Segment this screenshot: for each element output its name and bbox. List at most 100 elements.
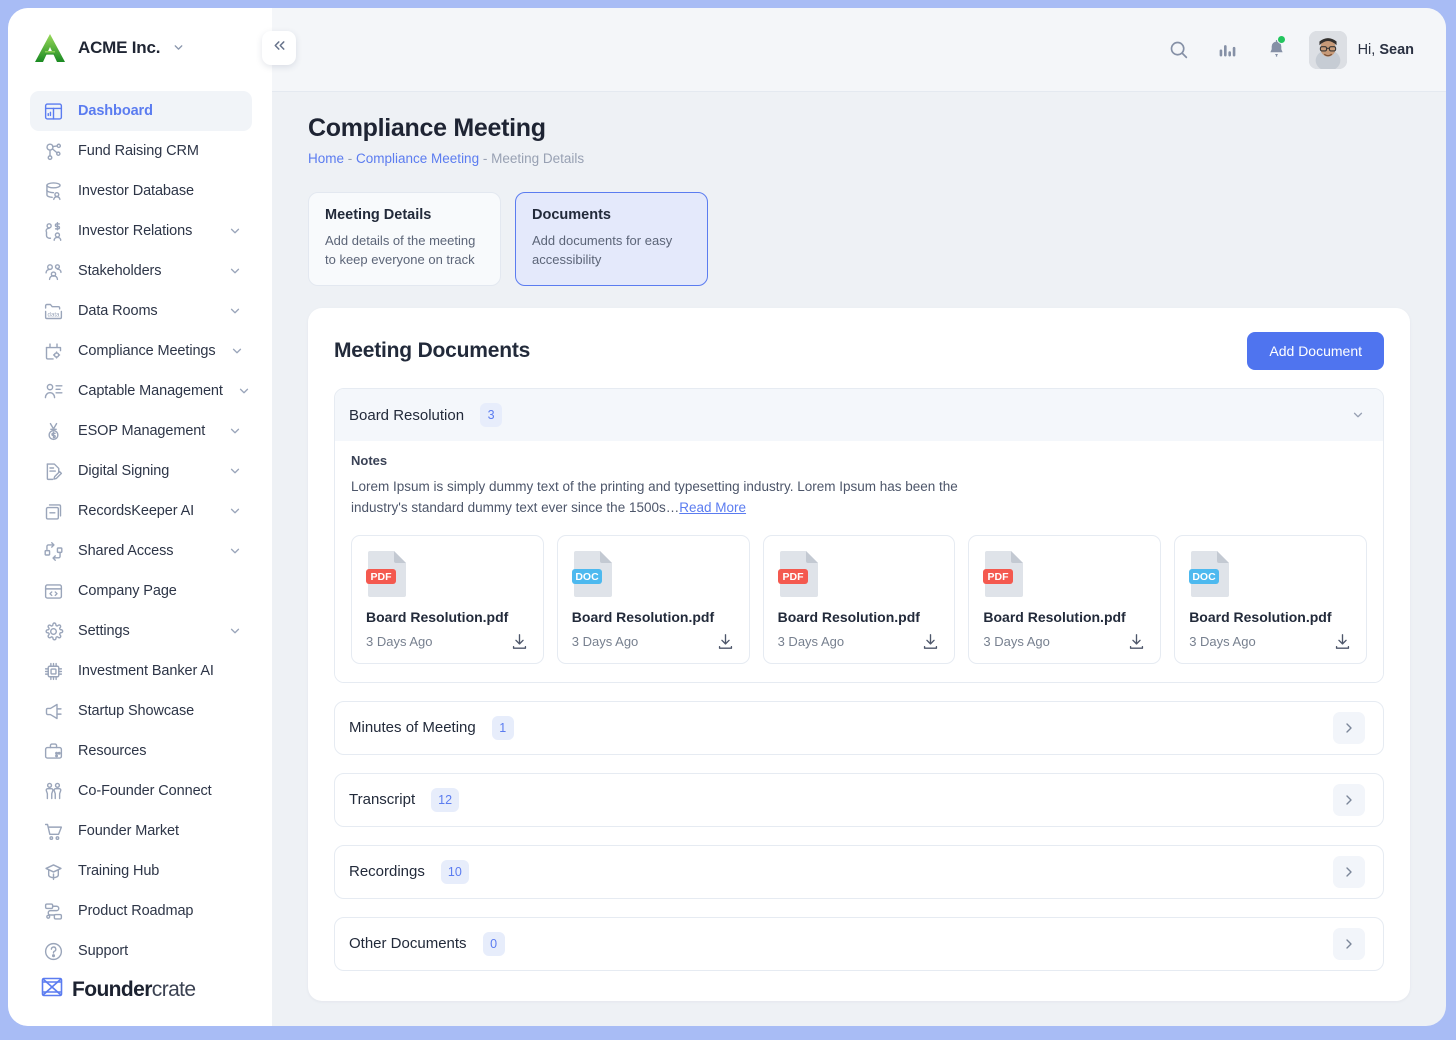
download-icon[interactable] [921, 632, 940, 651]
chevron-down-icon[interactable] [228, 264, 242, 278]
breadcrumb-sep-2: - [479, 151, 492, 166]
sidebar-item-esop-management[interactable]: ESOP Management [30, 411, 252, 451]
avatar [1308, 30, 1347, 69]
sidebar: ACME Inc. Dashboard Fund Raising CRM Inves… [8, 8, 296, 1026]
outer-frame: ACME Inc. Dashboard Fund Raising CRM Inves… [0, 0, 1456, 1040]
sidebar-item-fund-raising-crm[interactable]: Fund Raising CRM [30, 131, 252, 171]
search-icon[interactable] [1168, 39, 1189, 60]
step-description: Add details of the meeting to keep every… [325, 233, 476, 267]
sidebar-item-label: Support [78, 943, 129, 959]
accordion-header[interactable]: Board Resolution 3 [335, 389, 1383, 441]
sidebar-item-dashboard[interactable]: Dashboard [30, 91, 252, 131]
chevron-down-icon[interactable] [228, 464, 242, 478]
accordion-transcript: Transcript 12 [334, 772, 1384, 827]
accordion-header[interactable]: Recordings 10 [335, 846, 1383, 898]
sidebar-item-investor-relations[interactable]: Investor Relations [30, 211, 252, 251]
breadcrumb-sep-1: - [344, 151, 357, 166]
pdf-file-icon: PDF [366, 549, 529, 599]
accordion-header[interactable]: Transcript 12 [335, 774, 1383, 826]
chevron-down-icon[interactable] [228, 424, 242, 438]
accordion-header[interactable]: Minutes of Meeting 1 [335, 702, 1383, 754]
chevron-right-icon[interactable] [1333, 855, 1365, 888]
chevron-down-icon[interactable] [228, 304, 242, 318]
foundercrate-logo: Foundercrate [8, 971, 272, 1026]
download-icon[interactable] [510, 632, 529, 651]
sidebar-nav: Dashboard Fund Raising CRM Investor Databa… [8, 87, 272, 971]
sidebar-item-digital-signing[interactable]: Digital Signing [30, 451, 252, 491]
sidebar-collapse-button[interactable] [262, 31, 296, 65]
download-icon[interactable] [1127, 632, 1146, 651]
read-more-link[interactable]: Read More [679, 500, 746, 515]
data-folder-icon: data [42, 300, 64, 322]
file-card[interactable]: PDF Board Resolution.pdf 3 Days Ago [762, 534, 956, 664]
user-name: Sean [1379, 41, 1414, 58]
document-sections: Board Resolution 3 Notes Lorem Ipsum is sim… [334, 388, 1384, 971]
chevron-down-icon[interactable] [228, 624, 242, 638]
sidebar-item-co-founder-connect[interactable]: Co-Founder Connect [30, 771, 252, 811]
chevron-right-icon[interactable] [1333, 783, 1365, 816]
breadcrumb-home[interactable]: Home [308, 151, 344, 166]
sidebar-item-support[interactable]: Support [30, 931, 252, 971]
chevron-down-icon[interactable] [228, 224, 242, 238]
sidebar-item-product-roadmap[interactable]: Product Roadmap [30, 891, 252, 931]
chevron-down-icon[interactable] [1351, 408, 1365, 422]
sidebar-item-investment-banker-ai[interactable]: Investment Banker AI [30, 651, 252, 691]
sidebar-item-startup-showcase[interactable]: Startup Showcase [30, 691, 252, 731]
step-card-documents[interactable]: Documents Add documents for easy accessib… [515, 192, 708, 286]
bell-icon[interactable] [1266, 35, 1287, 60]
download-icon[interactable] [716, 632, 735, 651]
file-card[interactable]: PDF Board Resolution.pdf 3 Days Ago [351, 534, 544, 664]
sidebar-item-shared-access[interactable]: Shared Access [30, 531, 252, 571]
sidebar-item-label: Co-Founder Connect [78, 783, 212, 799]
chevron-down-icon[interactable] [230, 344, 244, 358]
gear-icon [42, 620, 64, 642]
sidebar-item-label: Dashboard [78, 103, 153, 119]
chevron-down-icon[interactable] [172, 41, 185, 54]
card-header: Meeting Documents Add Document [334, 332, 1384, 370]
file-card[interactable]: PDF Board Resolution.pdf 3 Days Ago [968, 534, 1162, 664]
accordion-label: Transcript [349, 791, 416, 809]
chevron-down-icon[interactable] [228, 544, 242, 558]
svg-text:PDF: PDF [782, 571, 804, 583]
chevron-right-icon[interactable] [1333, 711, 1365, 744]
sidebar-item-training-hub[interactable]: Training Hub [30, 851, 252, 891]
user-menu[interactable]: Hi, Sean [1308, 30, 1414, 69]
accordion-count-badge: 12 [431, 787, 460, 812]
pdf-file-icon: PDF [777, 549, 941, 599]
chevron-down-icon[interactable] [237, 384, 251, 398]
sidebar-item-label: Investment Banker AI [78, 663, 214, 679]
sidebar-item-resources[interactable]: Resources [30, 731, 252, 771]
sidebar-item-captable-management[interactable]: Captable Management [30, 371, 252, 411]
sidebar-item-recordskeeper-ai[interactable]: RecordsKeeper AI [30, 491, 252, 531]
acme-triangle-logo [34, 33, 66, 63]
breadcrumb-section[interactable]: Compliance Meeting [356, 151, 479, 166]
accordion-header[interactable]: Other Documents 0 [335, 918, 1383, 970]
chevron-right-icon[interactable] [1333, 927, 1365, 960]
step-card-meeting-details[interactable]: Meeting Details Add details of the meetin… [308, 192, 501, 286]
file-card[interactable]: DOC Board Resolution.pdf 3 Days Ago [556, 534, 750, 664]
file-card[interactable]: DOC Board Resolution.pdf 3 Days Ago [1174, 534, 1367, 664]
sidebar-item-founder-market[interactable]: Founder Market [30, 811, 252, 851]
brand-header[interactable]: ACME Inc. [8, 8, 272, 87]
download-icon[interactable] [1333, 632, 1352, 651]
page-content: Compliance Meeting Home - Compliance Mee… [272, 92, 1446, 1026]
sidebar-item-data-rooms[interactable]: data Data Rooms [30, 291, 252, 331]
sidebar-item-settings[interactable]: Settings [30, 611, 252, 651]
foundercrate-light: crate [151, 977, 196, 1001]
sidebar-item-investor-database[interactable]: Investor Database [30, 171, 252, 211]
sidebar-item-label: Settings [78, 623, 130, 639]
accordion-label: Board Resolution [349, 406, 465, 424]
svg-text:PDF: PDF [988, 571, 1010, 583]
archive-box-icon [42, 500, 64, 522]
doc-file-icon: DOC [1189, 549, 1352, 599]
svg-text:DOC: DOC [1193, 571, 1217, 583]
briefcase-icon [42, 740, 64, 762]
sidebar-item-stakeholders[interactable]: Stakeholders [30, 251, 252, 291]
card-title: Meeting Documents [334, 339, 531, 362]
sidebar-item-compliance-meetings[interactable]: Compliance Meetings [30, 331, 252, 371]
chevron-down-icon[interactable] [228, 504, 242, 518]
sidebar-item-company-page[interactable]: Company Page [30, 571, 252, 611]
bar-chart-icon[interactable] [1217, 39, 1238, 60]
notes-label: Notes [351, 453, 388, 468]
add-document-button[interactable]: Add Document [1247, 332, 1384, 370]
